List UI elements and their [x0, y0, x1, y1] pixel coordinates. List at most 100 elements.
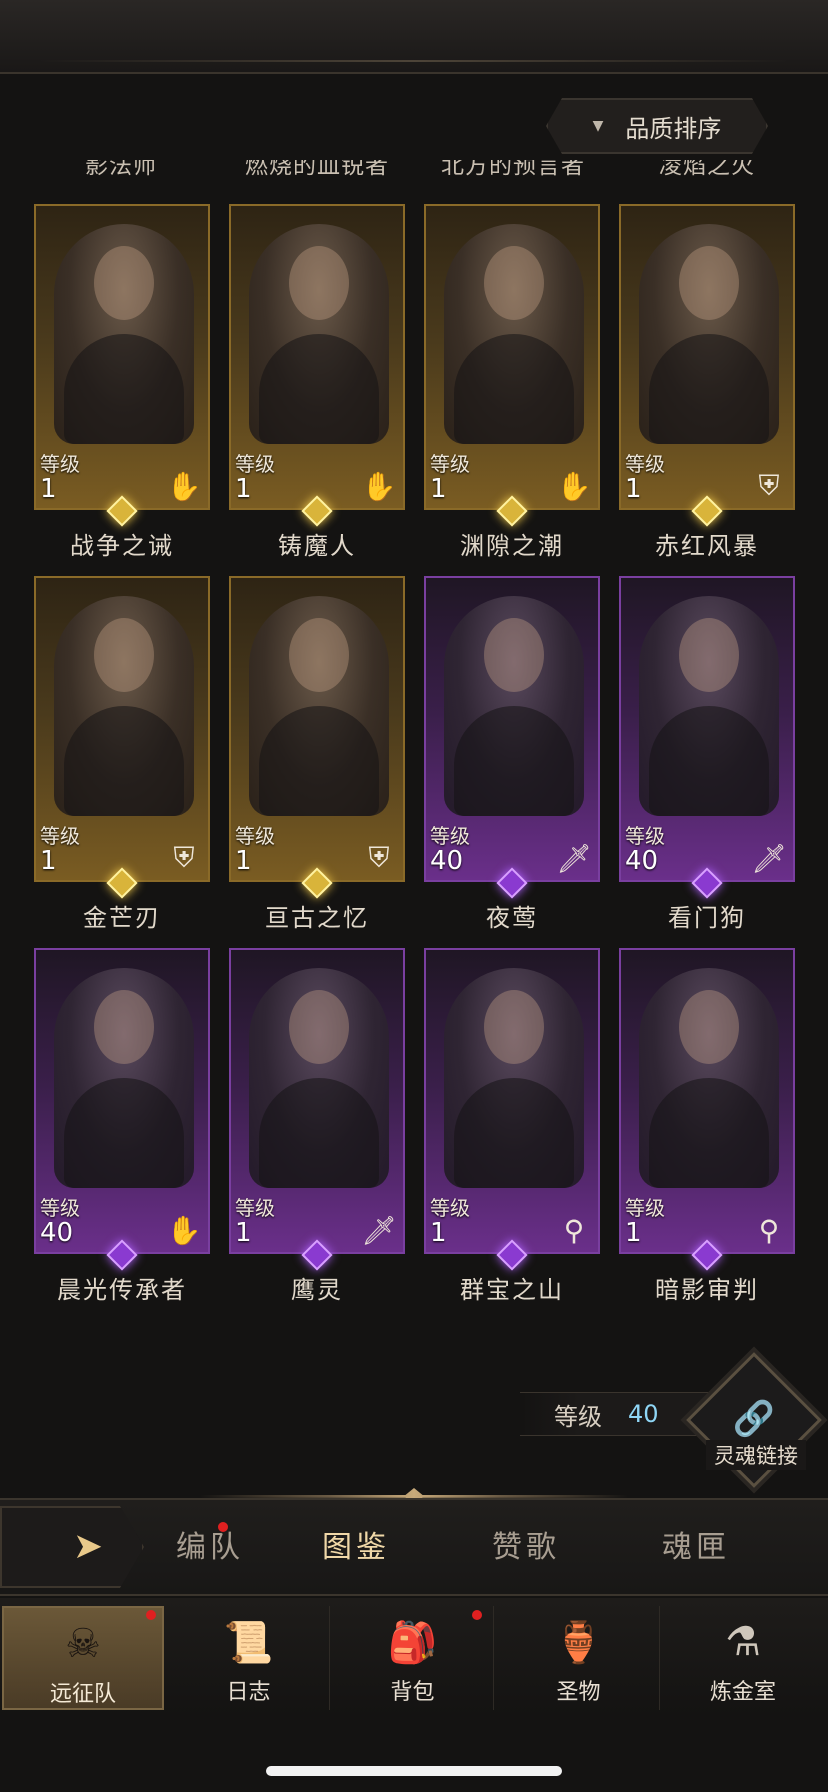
hero-card[interactable]: 等级 1 🗡: [229, 948, 405, 1254]
hero-level-value: 1: [235, 1218, 252, 1248]
sword-icon: 🗡: [361, 1213, 397, 1247]
nav-expedition-label: 远征队: [49, 1682, 116, 1707]
hero-level-label: 等级: [430, 824, 470, 848]
hand-icon: ✋: [556, 469, 592, 503]
home-indicator: [266, 1766, 562, 1776]
hero-name: 鹰灵: [291, 1276, 343, 1304]
hero-name: 金芒刃: [83, 904, 161, 932]
hero-portrait: [249, 596, 389, 816]
notification-dot: [146, 1610, 156, 1620]
top-frame: [0, 0, 828, 74]
hero-level-value: 1: [625, 1218, 642, 1248]
notification-dot: [472, 1610, 482, 1620]
soul-link-level-value: 40: [628, 1400, 659, 1428]
hero-level-value: 1: [430, 474, 447, 504]
hero-level-value: 1: [235, 474, 252, 504]
hero-card[interactable]: 等级 40 ✋: [34, 948, 210, 1254]
nav-expedition[interactable]: ☠ 远征队: [2, 1606, 164, 1710]
hero-portrait: [54, 596, 194, 816]
tab-codex-label: 图鉴: [322, 1530, 390, 1565]
hero-portrait: [444, 596, 584, 816]
hero-card[interactable]: 等级 1 ✋: [229, 204, 405, 510]
tab-formation[interactable]: 编队: [150, 1522, 270, 1574]
shield-icon: ⛨: [368, 841, 390, 874]
hero-level-value: 1: [430, 1218, 447, 1248]
alchemy-icon: ⚗: [725, 1619, 761, 1665]
hero-portrait: [249, 968, 389, 1188]
hero-level-label: 等级: [235, 452, 275, 476]
sword-icon: 🗡: [751, 841, 787, 875]
cutoff-hero-names: 影法师 燃烧的血锐者 北方的预言者 凌焰之火: [0, 160, 828, 186]
hero-name: 铸魔人: [278, 532, 356, 560]
hand-icon: ✋: [166, 1213, 202, 1247]
hero-level-value: 40: [430, 846, 464, 876]
helmet-icon: ☠: [65, 1621, 101, 1667]
tab-hymn[interactable]: 赞歌: [466, 1522, 586, 1574]
shield-icon: ⛨: [173, 841, 195, 874]
tab-soul-box-label: 魂匣: [662, 1530, 730, 1565]
hero-name: 暗影审判: [655, 1276, 759, 1304]
hero-card[interactable]: 等级 40 🗡: [619, 576, 795, 882]
hero-level-value: 1: [235, 846, 252, 876]
hero-level-label: 等级: [40, 1196, 80, 1220]
soul-link-level-label: 等级: [554, 1402, 602, 1431]
hero-portrait: [54, 224, 194, 444]
staff-icon: ⚲: [563, 1213, 585, 1247]
hero-portrait: [444, 968, 584, 1188]
chain-link-icon: 🔗: [732, 1399, 776, 1439]
hero-card[interactable]: 等级 1 ✋: [34, 204, 210, 510]
hero-level-value: 1: [40, 474, 57, 504]
hand-icon: ✋: [361, 469, 397, 503]
soul-link-label: 灵魂链接: [706, 1440, 806, 1470]
quality-sort-button[interactable]: ▼ 品质排序: [546, 98, 768, 154]
tab-hymn-label: 赞歌: [492, 1530, 560, 1565]
nav-journal-label: 日志: [226, 1680, 271, 1705]
hero-name: 亘古之忆: [265, 904, 369, 932]
hero-card[interactable]: 等级 40 🗡: [424, 576, 600, 882]
nav-relics[interactable]: 🏺 圣物: [498, 1606, 660, 1710]
hero-level-value: 1: [40, 846, 57, 876]
hero-name: 战争之诫: [70, 532, 174, 560]
nav-alchemy[interactable]: ⚗ 炼金室: [662, 1606, 824, 1710]
hero-level-label: 等级: [235, 824, 275, 848]
tab-codex[interactable]: 图鉴: [296, 1522, 416, 1574]
tab-formation-label: 编队: [176, 1530, 244, 1565]
hero-card[interactable]: 等级 1 ⛨: [34, 576, 210, 882]
hero-level-label: 等级: [625, 1196, 665, 1220]
hero-portrait: [639, 596, 779, 816]
hero-portrait: [249, 224, 389, 444]
shield-icon: ⛨: [758, 469, 780, 502]
hero-level-label: 等级: [430, 1196, 470, 1220]
soul-link-level-bar: 等级 40: [520, 1392, 720, 1436]
quality-sort-label: 品质排序: [625, 114, 722, 143]
notification-dot: [218, 1522, 228, 1532]
hero-name: 看门狗: [668, 904, 746, 932]
hero-level-label: 等级: [625, 824, 665, 848]
hero-card[interactable]: 等级 1 ⚲: [424, 948, 600, 1254]
scroll-icon: 📜: [223, 1619, 274, 1666]
hero-level-value: 40: [40, 1218, 74, 1248]
hero-level-label: 等级: [40, 452, 80, 476]
hero-level-label: 等级: [235, 1196, 275, 1220]
staff-icon: ⚲: [758, 1213, 780, 1247]
hero-card[interactable]: 等级 1 ⛨: [619, 204, 795, 510]
cutoff-name: 燃烧的血锐者: [245, 160, 389, 179]
tab-soul-box[interactable]: 魂匣: [636, 1522, 756, 1574]
relic-icon: 🏺: [553, 1619, 604, 1666]
nav-alchemy-label: 炼金室: [709, 1680, 776, 1705]
nav-backpack[interactable]: 🎒 背包: [332, 1606, 494, 1710]
hero-card[interactable]: 等级 1 ⚲: [619, 948, 795, 1254]
hero-card[interactable]: 等级 1 ⛨: [229, 576, 405, 882]
back-arrow-icon: ➤: [72, 1525, 104, 1567]
hero-level-value: 40: [625, 846, 659, 876]
bag-icon: 🎒: [387, 1619, 438, 1666]
hero-name: 渊隙之潮: [460, 532, 564, 560]
hero-card[interactable]: 等级 1 ✋: [424, 204, 600, 510]
nav-relics-label: 圣物: [556, 1680, 601, 1705]
nav-journal[interactable]: 📜 日志: [168, 1606, 330, 1710]
cutoff-name: 影法师: [85, 160, 157, 179]
dropdown-arrow-icon: ▼: [592, 118, 604, 134]
hand-icon: ✋: [166, 469, 202, 503]
hero-name: 夜莺: [486, 904, 538, 932]
sword-icon: 🗡: [556, 841, 592, 875]
